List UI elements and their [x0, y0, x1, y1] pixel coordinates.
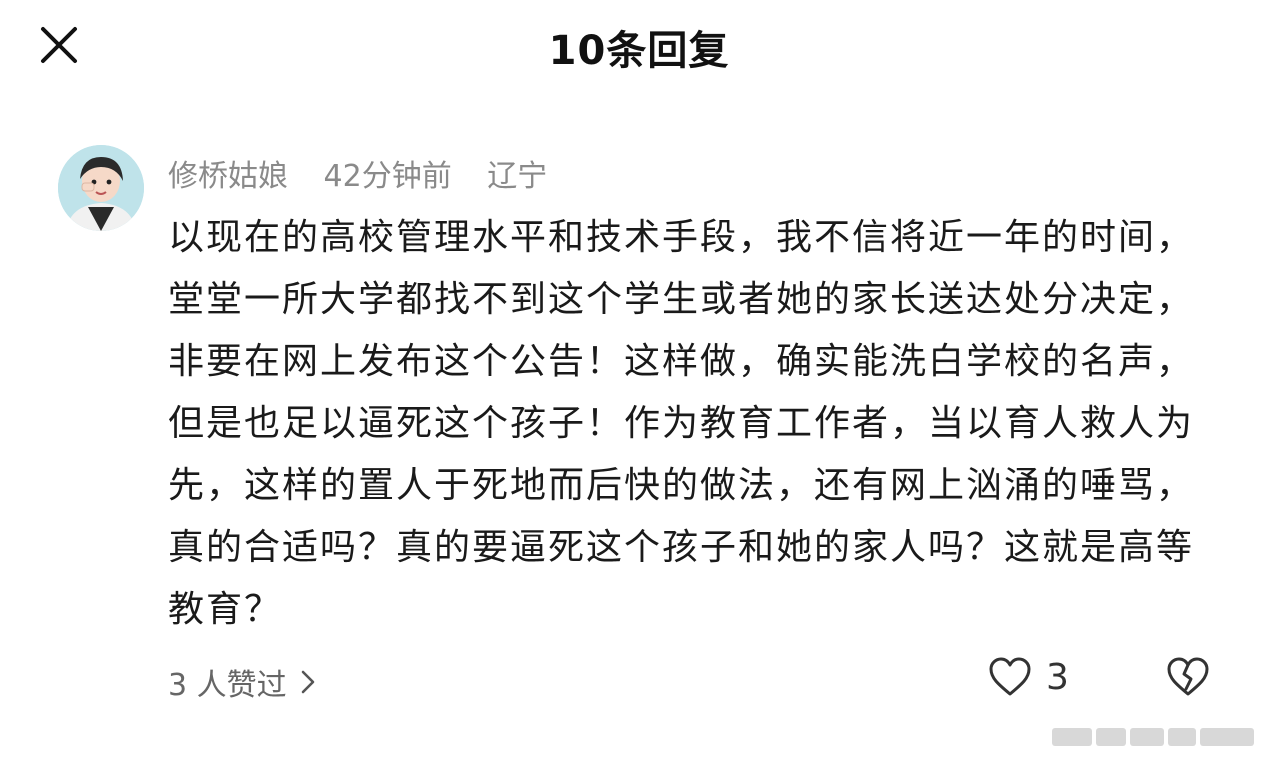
page-title: 10条回复 [548, 28, 730, 74]
heart-icon [989, 657, 1031, 696]
watermark [1052, 722, 1257, 752]
timestamp: 42分钟前 [323, 159, 452, 194]
location: 辽宁 [487, 159, 548, 194]
like-button[interactable]: 3 [988, 656, 1069, 698]
username[interactable]: 修桥姑娘 [168, 159, 288, 194]
likers-link[interactable]: 3 人赞过 [168, 660, 315, 704]
broken-heart-icon [1167, 657, 1209, 696]
comment-text: 以现在的高校管理水平和技术手段，我不信将近一年的时间，堂堂一所大学都找不到这个学… [168, 217, 1195, 630]
chevron-right-icon [301, 670, 314, 694]
like-count: 3 [1046, 656, 1069, 698]
likers-label: 3 人赞过 [168, 668, 287, 703]
comment-actions: 3 人赞过 3 [168, 652, 1218, 710]
header: 10条回复 [0, 0, 1278, 92]
avatar[interactable] [58, 145, 144, 231]
comment-meta: 修桥姑娘 42分钟前 辽宁 [168, 151, 573, 195]
dislike-button[interactable] [1166, 656, 1210, 702]
